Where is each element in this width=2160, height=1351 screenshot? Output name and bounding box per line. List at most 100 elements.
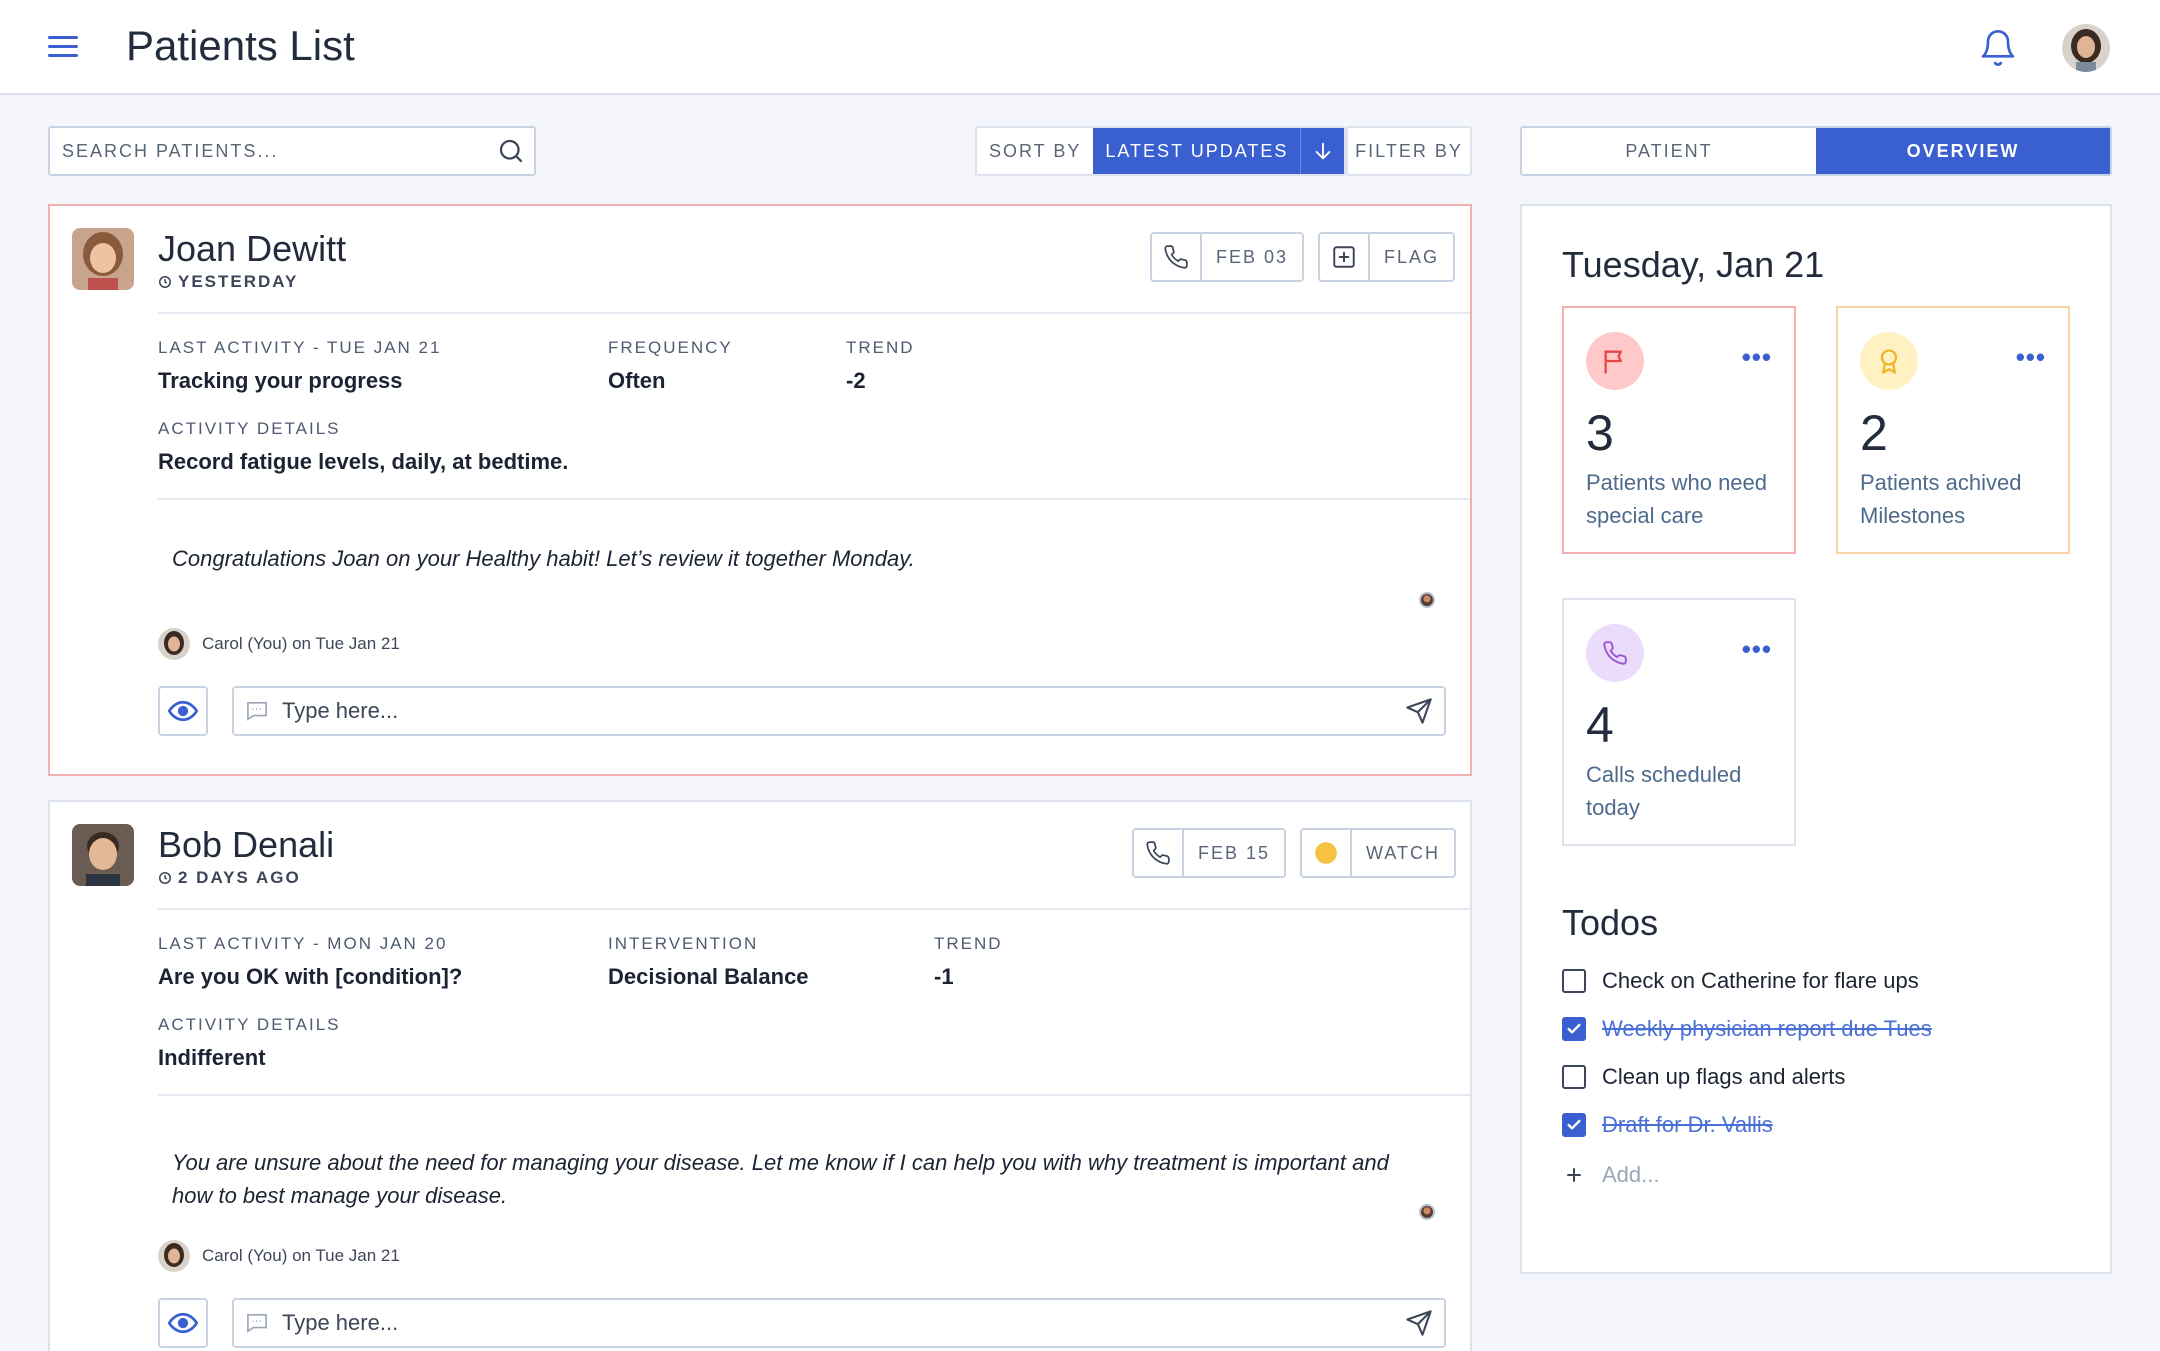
app-header: Patients List bbox=[0, 0, 2160, 95]
tab-overview[interactable]: OVERVIEW bbox=[1816, 128, 2110, 174]
patient-name[interactable]: Bob Denali bbox=[158, 824, 334, 866]
award-icon bbox=[1880, 349, 1898, 374]
add-todo-label: Add... bbox=[1602, 1162, 1660, 1187]
call-button[interactable]: FEB 15 bbox=[1132, 828, 1287, 878]
stat-card-milestones[interactable]: ••• 2 Patients achived Milestones bbox=[1836, 306, 2070, 554]
call-date: FEB 15 bbox=[1198, 843, 1271, 863]
activity-details-field: ACTIVITY DETAILS Indifferent bbox=[158, 1015, 341, 1071]
phone-icon-badge bbox=[1586, 624, 1644, 682]
phone-icon bbox=[1603, 641, 1627, 665]
user-avatar[interactable] bbox=[2062, 24, 2110, 72]
todo-item[interactable]: Draft for Dr. Vallis bbox=[1562, 1112, 1773, 1138]
patient-card: Joan Dewitt YESTERDAY FEB 03 FLAG LAST A… bbox=[48, 204, 1472, 776]
clock-icon bbox=[158, 275, 172, 289]
divider bbox=[158, 1094, 1470, 1096]
author-text: Carol (You) on Tue Jan 21 bbox=[202, 634, 400, 653]
reply-input[interactable] bbox=[282, 688, 1382, 734]
visibility-button[interactable] bbox=[158, 686, 208, 736]
read-receipt-avatar bbox=[1419, 592, 1435, 608]
sort-direction-button[interactable] bbox=[1300, 128, 1345, 174]
more-options-icon[interactable]: ••• bbox=[2016, 342, 2046, 373]
todo-text: Check on Catherine for flare ups bbox=[1602, 968, 1919, 993]
message-author: Carol (You) on Tue Jan 21 bbox=[158, 1240, 400, 1272]
sort-dropdown[interactable]: LATEST UPDATES bbox=[1093, 128, 1301, 174]
field-label: FREQUENCY bbox=[608, 338, 733, 357]
last-update: YESTERDAY bbox=[158, 272, 298, 292]
todo-item[interactable]: Clean up flags and alerts bbox=[1562, 1064, 1845, 1090]
checkbox[interactable] bbox=[1562, 969, 1586, 993]
trend-field: TREND -2 bbox=[846, 338, 915, 394]
todo-item[interactable]: Check on Catherine for flare ups bbox=[1562, 968, 1919, 994]
stat-label: Patients achived Milestones bbox=[1860, 470, 2022, 528]
frequency-field: FREQUENCY Often bbox=[608, 338, 733, 394]
call-date: FEB 03 bbox=[1216, 247, 1289, 267]
bell-icon[interactable] bbox=[1978, 26, 2018, 70]
page-title: Patients List bbox=[126, 22, 355, 69]
send-icon[interactable] bbox=[1404, 1309, 1434, 1337]
field-value: Often bbox=[608, 368, 666, 393]
field-label: ACTIVITY DETAILS bbox=[158, 419, 341, 438]
call-button[interactable]: FEB 03 bbox=[1150, 232, 1305, 282]
checkbox-checked[interactable] bbox=[1562, 1017, 1586, 1041]
search-icon[interactable] bbox=[496, 136, 526, 166]
add-todo-button[interactable]: Add... bbox=[1562, 1162, 1659, 1188]
message-text: Congratulations Joan on your Healthy hab… bbox=[172, 546, 915, 571]
field-value: Are you OK with [condition]? bbox=[158, 964, 463, 989]
stat-count: 2 bbox=[1860, 405, 1888, 461]
patient-name[interactable]: Joan Dewitt bbox=[158, 228, 346, 270]
overview-panel: Tuesday, Jan 21 ••• 3 Patients who need … bbox=[1520, 204, 2112, 1274]
sort-label: SORT BY bbox=[989, 141, 1082, 161]
stat-card-special-care[interactable]: ••• 3 Patients who need special care bbox=[1562, 306, 1796, 554]
author-text: Carol (You) on Tue Jan 21 bbox=[202, 1246, 400, 1265]
tab-patient[interactable]: PATIENT bbox=[1522, 128, 1816, 174]
trend-field: TREND -1 bbox=[934, 934, 1003, 990]
watch-button[interactable]: WATCH bbox=[1300, 828, 1456, 878]
patient-card: Bob Denali 2 DAYS AGO FEB 15 WATCH LAST … bbox=[48, 800, 1472, 1351]
reply-box[interactable] bbox=[232, 686, 1446, 736]
activity-details-field: ACTIVITY DETAILS Record fatigue levels, … bbox=[158, 419, 568, 475]
arrow-down-icon bbox=[1315, 142, 1331, 160]
phone-icon bbox=[1164, 245, 1188, 269]
overview-date: Tuesday, Jan 21 bbox=[1562, 244, 1825, 285]
field-value: -2 bbox=[846, 368, 866, 393]
check-icon bbox=[1567, 1023, 1581, 1034]
reply-input[interactable] bbox=[282, 1300, 1382, 1346]
last-update-text: YESTERDAY bbox=[178, 272, 299, 291]
eye-icon bbox=[168, 1312, 198, 1334]
field-label: TREND bbox=[846, 338, 915, 357]
divider bbox=[158, 908, 1470, 910]
last-activity-field: LAST ACTIVITY - TUE JAN 21 Tracking your… bbox=[158, 338, 441, 394]
reply-box[interactable] bbox=[232, 1298, 1446, 1348]
todo-text: Draft for Dr. Vallis bbox=[1602, 1112, 1773, 1137]
more-options-icon[interactable]: ••• bbox=[1742, 342, 1772, 373]
stat-count: 3 bbox=[1586, 405, 1614, 461]
divider bbox=[158, 498, 1470, 500]
flag-icon bbox=[1604, 350, 1622, 374]
field-label: ACTIVITY DETAILS bbox=[158, 1015, 341, 1034]
sort-control: SORT BY LATEST UPDATES bbox=[975, 126, 1347, 176]
read-receipt-avatar bbox=[1419, 1204, 1435, 1220]
checkbox[interactable] bbox=[1562, 1065, 1586, 1089]
flag-plus-icon bbox=[1333, 246, 1355, 268]
author-avatar bbox=[158, 1240, 190, 1272]
flag-label: FLAG bbox=[1384, 247, 1440, 267]
intervention-field: INTERVENTION Decisional Balance bbox=[608, 934, 809, 990]
search-box[interactable] bbox=[48, 126, 536, 176]
hamburger-menu-icon[interactable] bbox=[48, 36, 78, 58]
plus-icon bbox=[1567, 1168, 1581, 1182]
visibility-button[interactable] bbox=[158, 1298, 208, 1348]
send-icon[interactable] bbox=[1404, 697, 1434, 725]
chat-icon bbox=[247, 1314, 267, 1333]
filter-button[interactable]: FILTER BY bbox=[1346, 126, 1472, 176]
checkbox-checked[interactable] bbox=[1562, 1113, 1586, 1137]
more-options-icon[interactable]: ••• bbox=[1742, 634, 1772, 665]
stat-card-calls[interactable]: ••• 4 Calls scheduled today bbox=[1562, 598, 1796, 846]
field-value: -1 bbox=[934, 964, 954, 989]
stat-label: Calls scheduled today bbox=[1586, 762, 1742, 820]
divider bbox=[158, 312, 1470, 314]
search-input[interactable] bbox=[62, 128, 482, 174]
message-text: You are unsure about the need for managi… bbox=[172, 1150, 1389, 1208]
flag-button[interactable]: FLAG bbox=[1318, 232, 1456, 282]
field-label: TREND bbox=[934, 934, 1003, 953]
todo-item[interactable]: Weekly physician report due Tues bbox=[1562, 1016, 1932, 1042]
